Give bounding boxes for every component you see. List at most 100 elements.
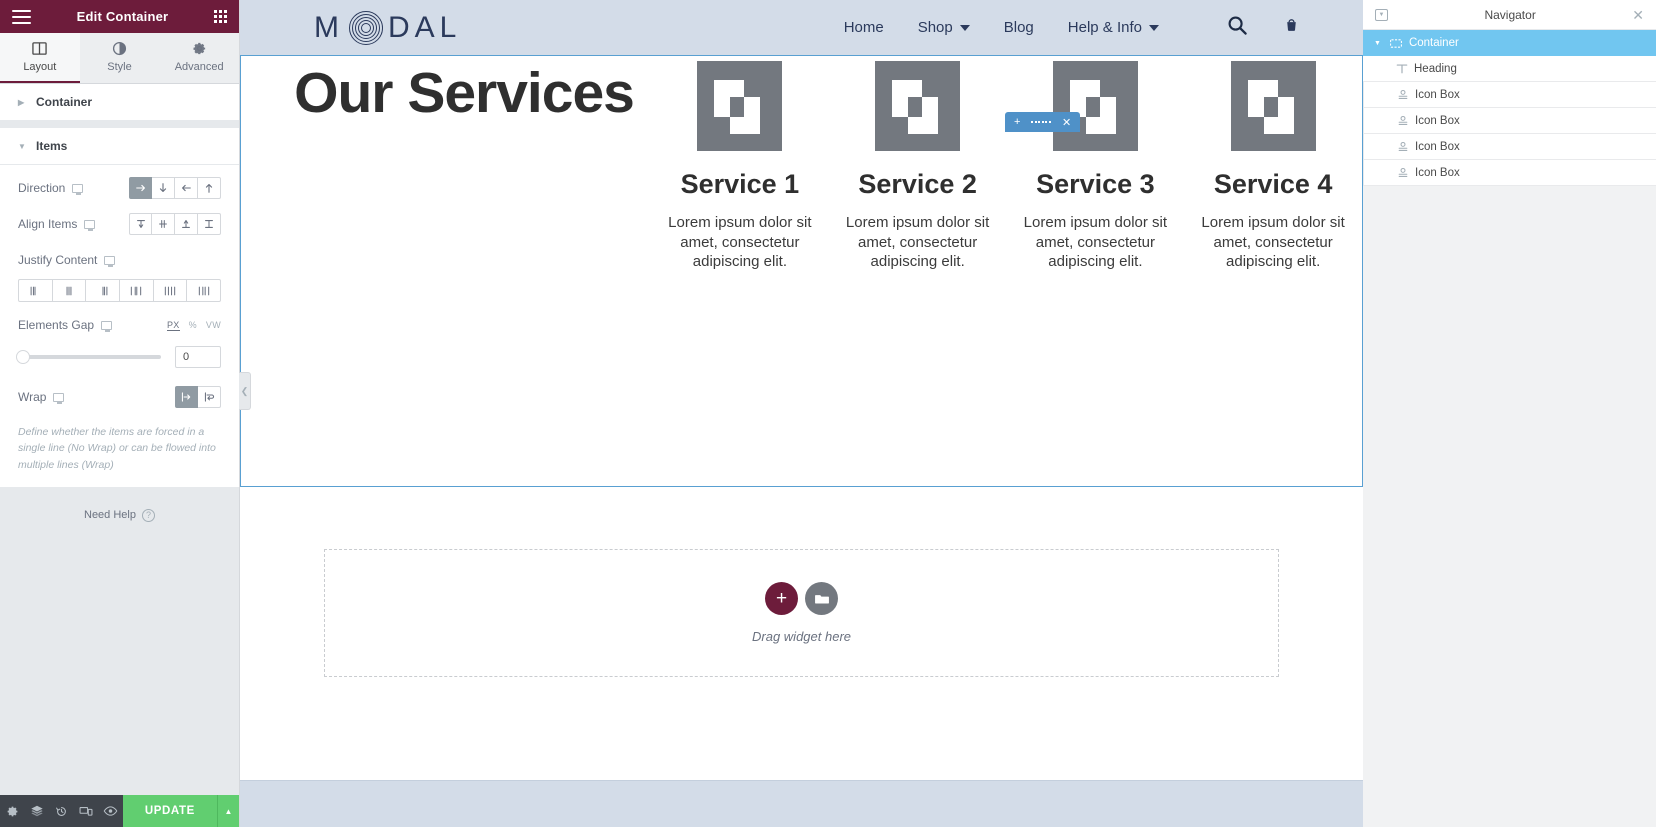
direction-column-button[interactable] <box>152 177 175 199</box>
chevron-down-icon <box>960 25 970 31</box>
search-icon[interactable] <box>1227 15 1248 41</box>
justify-space-between-button[interactable] <box>120 279 154 302</box>
nav-item-home[interactable]: Home <box>844 19 884 36</box>
navigator-item-heading[interactable]: Heading <box>1363 56 1656 82</box>
icon-box-2-title: Service 2 <box>839 169 997 200</box>
elements-gap-slider[interactable] <box>18 355 161 359</box>
tab-style[interactable]: Style <box>80 33 160 83</box>
need-help[interactable]: Need Help ? <box>0 487 239 544</box>
tab-advanced[interactable]: Advanced <box>159 33 239 83</box>
nav-item-shop[interactable]: Shop <box>918 19 970 36</box>
icon-box-4-desc: Lorem ipsum dolor sit amet, consectetur … <box>1194 213 1352 272</box>
hamburger-icon[interactable] <box>12 10 31 24</box>
panel-collapse-handle[interactable]: ❮ <box>239 372 251 410</box>
unit-px[interactable]: PX <box>167 320 180 331</box>
icon-box-2-desc: Lorem ipsum dolor sit amet, consectetur … <box>839 213 997 272</box>
tab-layout[interactable]: Layout <box>0 33 80 83</box>
control-elements-gap-label-wrap: Elements Gap <box>18 318 112 332</box>
responsive-device-icon[interactable] <box>74 795 99 827</box>
section-items[interactable]: ▼ Items <box>0 128 239 165</box>
grid-apps-icon[interactable] <box>214 10 227 23</box>
layout-columns-icon <box>32 41 47 56</box>
heading-widget[interactable]: Our Services <box>241 61 651 127</box>
responsive-monitor-icon[interactable] <box>84 220 95 229</box>
align-items-button-group <box>129 213 221 235</box>
close-x-icon[interactable]: ✕ <box>1632 8 1644 22</box>
section-container[interactable]: ▶ Container <box>0 84 239 121</box>
overlapping-squares-icon <box>1231 61 1316 151</box>
icon-box-2[interactable]: Service 2 Lorem ipsum dolor sit amet, co… <box>829 61 1007 272</box>
elementor-left-panel: Edit Container Layout Style Advanced ▶ <box>0 0 240 827</box>
direction-row-button[interactable] <box>129 177 152 199</box>
icon-box-1[interactable]: Service 1 Lorem ipsum dolor sit amet, co… <box>651 61 829 272</box>
nav-item-help-info-label: Help & Info <box>1068 19 1142 36</box>
wrap-hint: Define whether the items are forced in a… <box>18 424 221 473</box>
justify-end-button[interactable] <box>86 279 120 302</box>
wrap-button[interactable] <box>198 386 221 408</box>
chevron-right-icon: ▶ <box>18 98 26 107</box>
unit-vw[interactable]: VW <box>206 320 221 331</box>
logo-text-right: DAL <box>388 11 461 45</box>
selected-container[interactable]: Our Services Service 1 Lorem ipsum dolor… <box>240 55 1363 487</box>
plus-icon[interactable]: + <box>1014 116 1020 128</box>
responsive-monitor-icon[interactable] <box>101 321 112 330</box>
no-wrap-button[interactable] <box>175 386 198 408</box>
justify-center-button[interactable] <box>53 279 87 302</box>
elements-gap-input[interactable] <box>175 346 221 368</box>
update-options-chevron-up-icon[interactable]: ▲ <box>217 795 239 827</box>
footer-faint-text <box>800 815 803 825</box>
navigator-item-container-label: Container <box>1409 37 1459 49</box>
slider-knob[interactable] <box>16 350 30 364</box>
control-align-items-label-wrap: Align Items <box>18 217 95 231</box>
nav-item-blog[interactable]: Blog <box>1004 19 1034 36</box>
justify-space-evenly-button[interactable] <box>187 279 221 302</box>
align-center-button[interactable] <box>152 213 175 235</box>
settings-gear-icon[interactable] <box>0 795 25 827</box>
drag-widget-dropzone[interactable]: + Drag widget here <box>324 549 1279 677</box>
navigator-item-icon-box-2[interactable]: Icon Box <box>1363 108 1656 134</box>
nav-item-blog-label: Blog <box>1004 19 1034 36</box>
plus-icon[interactable]: + <box>765 582 798 615</box>
shopping-cart-icon[interactable] <box>1282 16 1301 40</box>
navigator-empty-area <box>1363 186 1656 827</box>
direction-column-reverse-button[interactable] <box>198 177 221 199</box>
responsive-monitor-icon[interactable] <box>72 184 83 193</box>
justify-start-button[interactable] <box>18 279 53 302</box>
navigator-item-icon-box-3[interactable]: Icon Box <box>1363 134 1656 160</box>
chevron-down-icon[interactable]: ▼ <box>1374 40 1381 47</box>
icon-box-4[interactable]: Service 4 Lorem ipsum dolor sit amet, co… <box>1184 61 1362 272</box>
layers-navigator-icon[interactable] <box>25 795 50 827</box>
direction-row-reverse-button[interactable] <box>175 177 198 199</box>
question-circle-icon[interactable]: ? <box>142 509 155 522</box>
site-logo[interactable]: M DAL <box>314 11 461 45</box>
site-header: M DAL Home Shop Bl <box>240 0 1363 55</box>
icon-box-icon <box>1394 115 1411 127</box>
update-button[interactable]: UPDATE <box>123 795 217 827</box>
navigator-item-icon-box-1[interactable]: Icon Box <box>1363 82 1656 108</box>
dock-icon[interactable]: ▼ <box>1375 9 1388 21</box>
logo-text-left: M <box>314 11 344 45</box>
align-start-button[interactable] <box>129 213 152 235</box>
elements-gap-slider-row <box>18 346 221 368</box>
section-gap <box>0 121 239 128</box>
preview-eye-icon[interactable] <box>98 795 123 827</box>
folder-template-icon[interactable] <box>805 582 838 615</box>
chevron-down-icon <box>1149 25 1159 31</box>
responsive-monitor-icon[interactable] <box>53 393 64 402</box>
unit-percent[interactable]: % <box>189 320 197 331</box>
justify-space-around-button[interactable] <box>154 279 188 302</box>
nav-item-help-info[interactable]: Help & Info <box>1068 19 1159 36</box>
services-section-wrap: Our Services Service 1 Lorem ipsum dolor… <box>240 55 1363 487</box>
history-clock-icon[interactable] <box>49 795 74 827</box>
icon-box-3[interactable]: Service 3 Lorem ipsum dolor sit amet, co… <box>1007 61 1185 272</box>
align-stretch-button[interactable] <box>198 213 221 235</box>
navigator-item-icon-box-4[interactable]: Icon Box <box>1363 160 1656 186</box>
navigator-item-container[interactable]: ▼ Container <box>1363 30 1656 56</box>
responsive-monitor-icon[interactable] <box>104 256 115 265</box>
drag-handle-icon[interactable] <box>1031 121 1051 123</box>
panel-tabs: Layout Style Advanced <box>0 33 239 84</box>
close-x-icon[interactable]: ✕ <box>1062 116 1071 129</box>
align-end-button[interactable] <box>175 213 198 235</box>
items-controls: Direction <box>0 165 239 487</box>
chevron-down-icon: ▼ <box>18 142 26 151</box>
